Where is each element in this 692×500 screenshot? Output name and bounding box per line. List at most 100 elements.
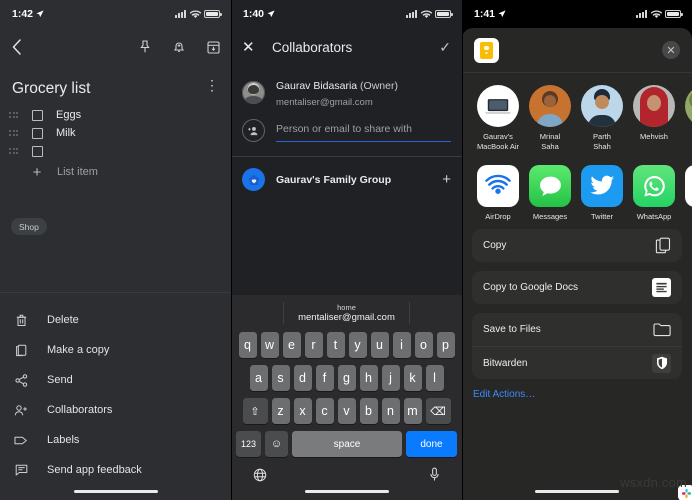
key-backspace[interactable]: ⌫ xyxy=(425,398,451,424)
share-contact-partial[interactable] xyxy=(680,85,692,151)
key-q[interactable]: q xyxy=(238,332,257,358)
key-done[interactable]: done xyxy=(406,431,457,457)
action-label: Bitwarden xyxy=(483,357,528,369)
note-overflow-button[interactable]: ⋮ xyxy=(205,78,219,92)
list-item[interactable] xyxy=(0,142,231,160)
share-contacts-row: Gaurav's MacBook Air Mrinal Saha Parth S… xyxy=(462,73,692,500)
key-c[interactable]: c xyxy=(315,398,334,424)
key-v[interactable]: v xyxy=(337,398,356,424)
action-save-to-files[interactable]: Save to Files xyxy=(472,313,682,346)
globe-icon[interactable] xyxy=(253,468,267,485)
emoji-icon[interactable]: ☺ xyxy=(265,431,288,457)
key-b[interactable]: b xyxy=(359,398,378,424)
menu-item-labels[interactable]: Labels xyxy=(0,425,231,455)
shield-icon xyxy=(652,353,671,373)
share-app-whatsapp[interactable]: WhatsApp xyxy=(628,165,680,221)
action-copy[interactable]: Copy xyxy=(472,229,682,262)
key-h[interactable]: h xyxy=(359,365,378,391)
list-item[interactable]: Milk xyxy=(0,124,231,142)
home-indicator xyxy=(73,490,158,493)
battery-icon xyxy=(665,10,683,18)
share-contact-mrinal[interactable]: Mrinal Saha xyxy=(524,85,692,500)
checkbox[interactable] xyxy=(32,127,43,139)
close-button[interactable]: ✕ xyxy=(242,38,258,56)
add-list-item-row[interactable]: + List item xyxy=(0,162,231,182)
label-chip-shop[interactable]: Shop xyxy=(11,218,47,235)
key-e[interactable]: e xyxy=(282,332,301,358)
action-copy-to-google-docs[interactable]: Copy to Google Docs xyxy=(472,271,682,304)
back-button[interactable] xyxy=(11,39,22,55)
confirm-button[interactable]: ✓ xyxy=(439,39,451,56)
search-input[interactable] xyxy=(276,123,451,136)
key-numbers[interactable]: 123 xyxy=(236,431,261,457)
google-docs-icon xyxy=(652,278,671,298)
menu-item-make-a-copy[interactable]: Make a copy xyxy=(0,335,231,365)
share-app-twitter[interactable]: Twitter xyxy=(576,165,628,221)
key-g[interactable]: g xyxy=(337,365,356,391)
share-app-airdrop[interactable]: AirDrop xyxy=(472,165,524,221)
drag-handle-icon[interactable] xyxy=(9,148,21,154)
key-x[interactable]: x xyxy=(293,398,312,424)
key-u[interactable]: u xyxy=(370,332,389,358)
key-y[interactable]: y xyxy=(348,332,367,358)
note-toolbar-actions xyxy=(139,40,220,54)
list-item-label[interactable]: Eggs xyxy=(56,109,81,121)
drag-handle-icon[interactable] xyxy=(9,112,21,118)
edit-actions-link[interactable]: Edit Actions… xyxy=(462,388,692,400)
share-contact-macbook[interactable]: Gaurav's MacBook Air xyxy=(472,85,692,500)
key-a[interactable]: a xyxy=(249,365,268,391)
keyboard-suggestion-bar[interactable]: home mentaliser@gmail.com xyxy=(231,295,462,332)
mic-icon[interactable] xyxy=(429,467,440,485)
suggestion-value[interactable]: mentaliser@gmail.com xyxy=(298,312,395,324)
status-bar-3: 1:41 xyxy=(462,0,692,28)
family-group-row[interactable]: Gaurav's Family Group + xyxy=(231,157,462,192)
menu-item-collaborators[interactable]: Collaborators xyxy=(0,395,231,425)
key-m[interactable]: m xyxy=(403,398,422,424)
key-j[interactable]: j xyxy=(381,365,400,391)
pin-button[interactable] xyxy=(139,40,151,54)
wifi-icon xyxy=(650,9,662,18)
share-contact-mehvish[interactable]: Mehvish xyxy=(628,85,692,500)
key-s[interactable]: s xyxy=(271,365,290,391)
key-o[interactable]: o xyxy=(414,332,433,358)
family-group-label: Gaurav's Family Group xyxy=(276,173,392,186)
key-w[interactable]: w xyxy=(260,332,279,358)
plus-icon: + xyxy=(32,163,42,181)
key-t[interactable]: t xyxy=(326,332,345,358)
share-icon xyxy=(12,373,30,387)
share-app-messages[interactable]: Messages xyxy=(524,165,576,221)
status-time: 1:40 xyxy=(243,8,265,20)
avatar xyxy=(242,80,265,104)
menu-item-label: Send xyxy=(47,374,73,386)
share-app-slack[interactable] xyxy=(680,165,692,221)
key-space[interactable]: space xyxy=(292,431,402,457)
list-item-label[interactable]: Milk xyxy=(56,127,76,139)
key-k[interactable]: k xyxy=(403,365,422,391)
key-shift[interactable]: ⇧ xyxy=(242,398,268,424)
twitter-icon xyxy=(581,165,623,208)
key-z[interactable]: z xyxy=(271,398,290,424)
reminder-button[interactable] xyxy=(173,40,185,54)
action-bitwarden[interactable]: Bitwarden xyxy=(472,346,682,379)
key-r[interactable]: r xyxy=(304,332,323,358)
list-item[interactable]: Eggs xyxy=(0,106,231,124)
close-button[interactable]: ✕ xyxy=(662,41,680,59)
key-l[interactable]: l xyxy=(425,365,444,391)
archive-button[interactable] xyxy=(207,40,220,54)
menu-item-send[interactable]: Send xyxy=(0,365,231,395)
checkbox[interactable] xyxy=(32,145,43,157)
share-actions-group-1: Copy xyxy=(472,229,682,263)
menu-item-send-app-feedback[interactable]: Send app feedback xyxy=(0,455,231,485)
key-d[interactable]: d xyxy=(293,365,312,391)
checkbox[interactable] xyxy=(32,109,43,121)
keyboard-row-1: q w e r t y u i o p xyxy=(233,332,460,358)
key-p[interactable]: p xyxy=(436,332,455,358)
add-group-button[interactable]: + xyxy=(442,171,451,188)
menu-item-delete[interactable]: Delete xyxy=(0,305,231,335)
key-f[interactable]: f xyxy=(315,365,334,391)
share-contact-parth[interactable]: Parth Shah xyxy=(576,85,692,500)
drag-handle-icon[interactable] xyxy=(9,130,21,136)
person-add-icon[interactable] xyxy=(242,119,265,143)
key-n[interactable]: n xyxy=(381,398,400,424)
key-i[interactable]: i xyxy=(392,332,411,358)
